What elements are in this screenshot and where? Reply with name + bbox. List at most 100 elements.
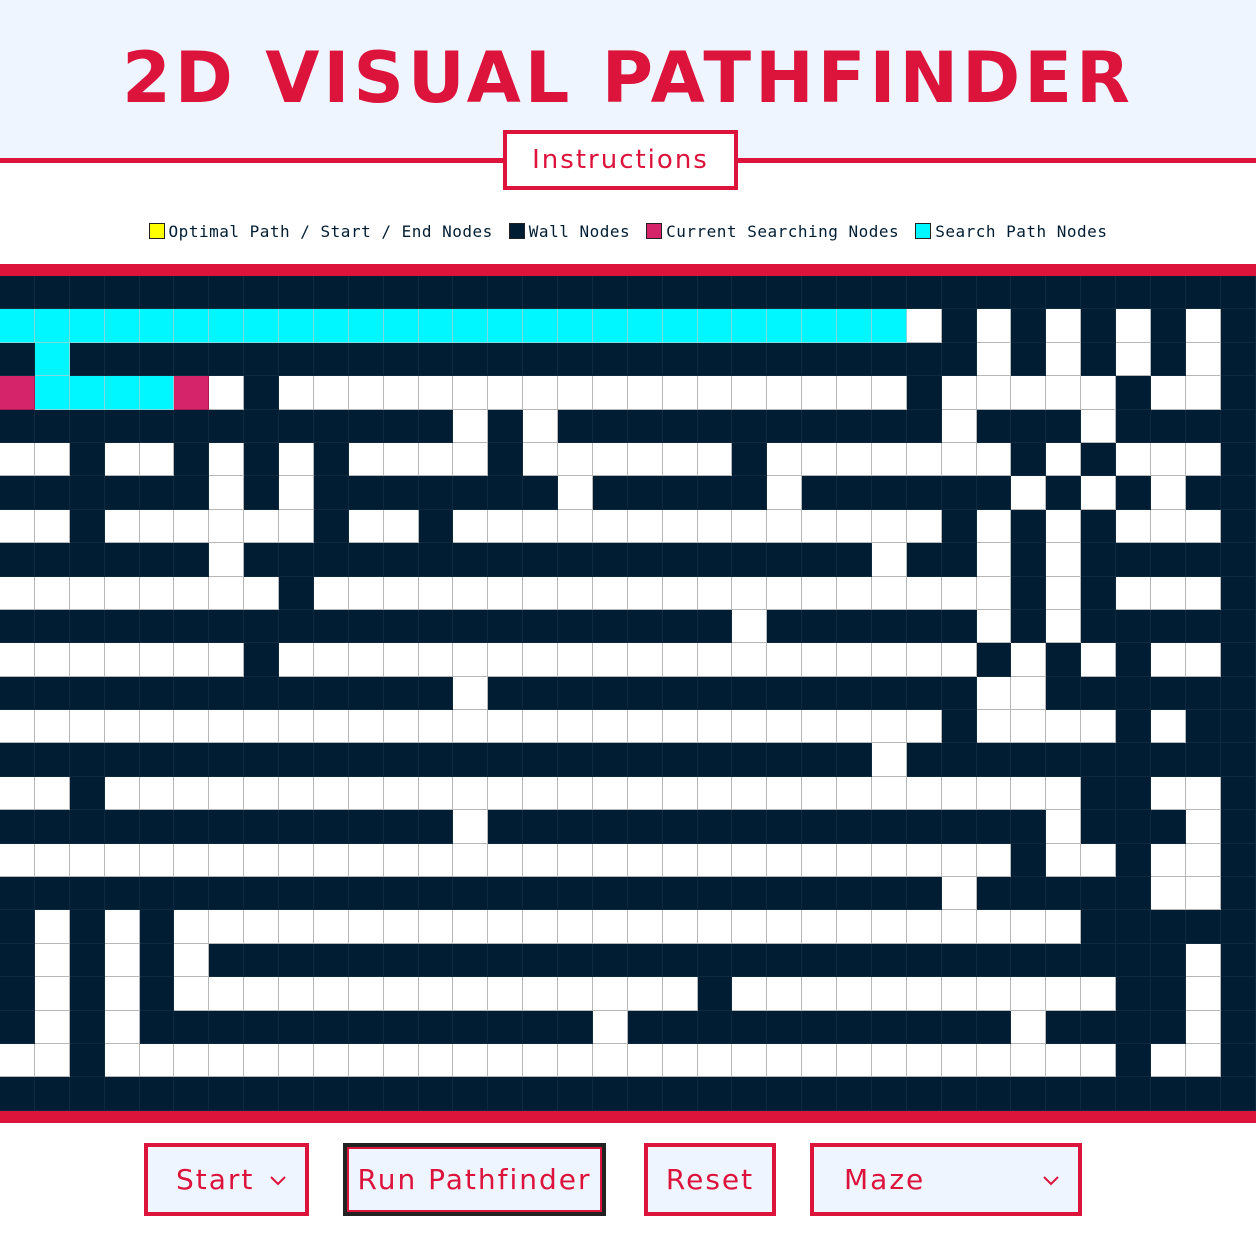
open-node[interactable] bbox=[279, 1043, 314, 1078]
open-node[interactable] bbox=[313, 843, 349, 878]
open-node[interactable] bbox=[662, 710, 698, 744]
wall-node[interactable] bbox=[1150, 910, 1186, 944]
wall-node[interactable] bbox=[871, 943, 907, 978]
open-node[interactable] bbox=[209, 476, 245, 510]
open-node[interactable] bbox=[209, 1043, 245, 1078]
open-node[interactable] bbox=[174, 910, 210, 944]
wall-node[interactable] bbox=[1150, 977, 1186, 1011]
open-node[interactable] bbox=[976, 977, 1012, 1011]
open-node[interactable] bbox=[313, 910, 349, 944]
wall-node[interactable] bbox=[1150, 1010, 1186, 1044]
open-node[interactable] bbox=[1081, 476, 1116, 510]
open-node[interactable] bbox=[523, 376, 558, 410]
wall-node[interactable] bbox=[0, 943, 35, 978]
wall-node[interactable] bbox=[453, 543, 489, 577]
wall-node[interactable] bbox=[941, 276, 977, 310]
wall-node[interactable] bbox=[1081, 442, 1116, 477]
wall-node[interactable] bbox=[627, 276, 663, 310]
wall-node[interactable] bbox=[1185, 609, 1221, 644]
wall-node[interactable] bbox=[976, 943, 1012, 978]
open-node[interactable] bbox=[383, 977, 419, 1011]
wall-node[interactable] bbox=[1081, 342, 1116, 377]
open-node[interactable] bbox=[837, 977, 872, 1011]
open-node[interactable] bbox=[279, 376, 314, 410]
wall-node[interactable] bbox=[313, 509, 349, 544]
open-node[interactable] bbox=[837, 843, 872, 878]
open-node[interactable] bbox=[139, 643, 175, 677]
wall-node[interactable] bbox=[837, 943, 872, 978]
open-node[interactable] bbox=[558, 643, 593, 677]
search-path-node[interactable] bbox=[34, 309, 70, 343]
search-path-node[interactable] bbox=[697, 309, 733, 343]
search-path-node[interactable] bbox=[244, 309, 279, 343]
wall-node[interactable] bbox=[453, 743, 489, 777]
wall-node[interactable] bbox=[313, 1010, 349, 1044]
wall-node[interactable] bbox=[1185, 543, 1221, 577]
wall-node[interactable] bbox=[1081, 509, 1116, 544]
open-node[interactable] bbox=[488, 509, 524, 544]
open-node[interactable] bbox=[279, 509, 314, 544]
wall-node[interactable] bbox=[871, 276, 907, 310]
search-path-node[interactable] bbox=[837, 309, 872, 343]
open-node[interactable] bbox=[802, 1043, 837, 1078]
wall-node[interactable] bbox=[767, 1077, 803, 1111]
wall-node[interactable] bbox=[348, 943, 384, 978]
wall-node[interactable] bbox=[558, 543, 593, 577]
wall-node[interactable] bbox=[1081, 776, 1116, 811]
open-node[interactable] bbox=[244, 910, 279, 944]
open-node[interactable] bbox=[592, 442, 628, 477]
wall-node[interactable] bbox=[732, 676, 768, 711]
wall-node[interactable] bbox=[627, 877, 663, 911]
open-node[interactable] bbox=[34, 943, 70, 978]
wall-node[interactable] bbox=[1185, 676, 1221, 711]
wall-node[interactable] bbox=[174, 1077, 210, 1111]
open-node[interactable] bbox=[418, 843, 454, 878]
wall-node[interactable] bbox=[627, 943, 663, 978]
wall-node[interactable] bbox=[139, 1010, 175, 1044]
wall-node[interactable] bbox=[767, 743, 803, 777]
wall-node[interactable] bbox=[1116, 409, 1151, 443]
search-path-node[interactable] bbox=[34, 342, 70, 377]
wall-node[interactable] bbox=[732, 409, 768, 443]
open-node[interactable] bbox=[558, 476, 593, 510]
open-node[interactable] bbox=[558, 977, 593, 1011]
open-node[interactable] bbox=[1046, 609, 1082, 644]
search-path-node[interactable] bbox=[523, 309, 558, 343]
wall-node[interactable] bbox=[976, 810, 1012, 844]
wall-node[interactable] bbox=[592, 609, 628, 644]
wall-node[interactable] bbox=[34, 743, 70, 777]
open-node[interactable] bbox=[697, 910, 733, 944]
open-node[interactable] bbox=[383, 643, 419, 677]
wall-node[interactable] bbox=[1220, 643, 1256, 677]
wall-node[interactable] bbox=[244, 643, 279, 677]
wall-node[interactable] bbox=[104, 609, 140, 644]
open-node[interactable] bbox=[627, 776, 663, 811]
wall-node[interactable] bbox=[383, 676, 419, 711]
open-node[interactable] bbox=[348, 1043, 384, 1078]
wall-node[interactable] bbox=[348, 1077, 384, 1111]
wall-node[interactable] bbox=[0, 276, 35, 310]
current-searching-node[interactable] bbox=[174, 376, 210, 410]
open-node[interactable] bbox=[279, 776, 314, 811]
open-node[interactable] bbox=[592, 376, 628, 410]
reset-button[interactable]: Reset bbox=[644, 1143, 776, 1216]
wall-node[interactable] bbox=[1150, 609, 1186, 644]
wall-node[interactable] bbox=[662, 476, 698, 510]
wall-node[interactable] bbox=[523, 609, 558, 644]
open-node[interactable] bbox=[244, 710, 279, 744]
open-node[interactable] bbox=[976, 1043, 1012, 1078]
open-node[interactable] bbox=[941, 910, 977, 944]
wall-node[interactable] bbox=[244, 676, 279, 711]
wall-node[interactable] bbox=[209, 810, 245, 844]
wall-node[interactable] bbox=[941, 676, 977, 711]
wall-node[interactable] bbox=[802, 543, 837, 577]
wall-node[interactable] bbox=[558, 810, 593, 844]
wall-node[interactable] bbox=[767, 409, 803, 443]
open-node[interactable] bbox=[1185, 1010, 1221, 1044]
wall-node[interactable] bbox=[523, 543, 558, 577]
wall-node[interactable] bbox=[732, 810, 768, 844]
open-node[interactable] bbox=[34, 910, 70, 944]
open-node[interactable] bbox=[592, 776, 628, 811]
wall-node[interactable] bbox=[139, 977, 175, 1011]
search-path-node[interactable] bbox=[802, 309, 837, 343]
